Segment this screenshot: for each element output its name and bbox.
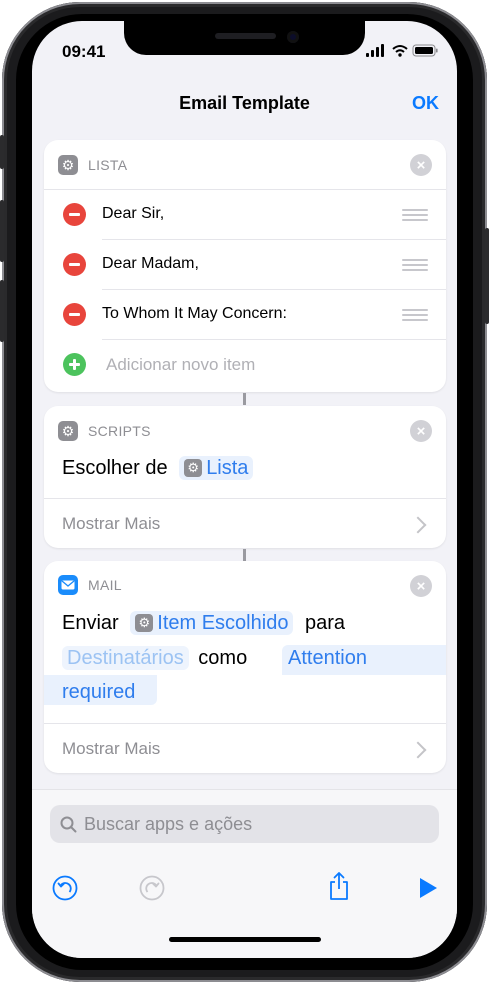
drag-handle-icon[interactable] xyxy=(402,309,428,321)
add-item-placeholder[interactable]: Adicionar novo item xyxy=(106,355,255,375)
redo-icon[interactable] xyxy=(139,875,165,901)
scripts-action-card[interactable]: ⚙ SCRIPTS × Escolher de ⚙ Lista Mostrar M… xyxy=(44,406,446,548)
search-placeholder: Buscar apps e ações xyxy=(84,814,253,834)
list-item: Dear Madam, xyxy=(44,240,446,289)
plus-icon[interactable] xyxy=(63,353,86,376)
list-item-text[interactable]: Dear Sir, xyxy=(102,205,164,223)
play-icon[interactable] xyxy=(417,876,439,900)
home-indicator[interactable] xyxy=(169,937,321,942)
action-verb: Enviar xyxy=(62,612,119,634)
action-header-label: MAIL xyxy=(88,577,122,593)
action-summary: Escolher de ⚙ Lista xyxy=(62,456,254,480)
gear-icon: ⚙ xyxy=(58,421,78,441)
list-action-card[interactable]: ⚙ LISTA × Dear Sir, Dear Madam, To Whom … xyxy=(44,140,446,392)
share-icon[interactable] xyxy=(327,871,351,901)
gear-icon: ⚙ xyxy=(135,614,154,632)
status-time: 09:41 xyxy=(62,42,106,61)
connector-word: para xyxy=(305,612,346,634)
divider xyxy=(44,723,446,724)
list-item: To Whom It May Concern: xyxy=(44,290,446,339)
search-icon xyxy=(60,816,77,833)
minus-icon[interactable] xyxy=(63,303,86,326)
envelope-glyph xyxy=(61,580,75,590)
subject-token-line2[interactable]: required xyxy=(62,681,135,704)
close-icon[interactable]: × xyxy=(410,154,432,176)
gear-icon: ⚙ xyxy=(58,155,78,175)
action-verb: Escolher de xyxy=(62,457,168,479)
screen: 09:41 Email Template OK ⚙ LISTA × Dear S… xyxy=(32,21,457,958)
connector-line xyxy=(243,549,246,561)
divider xyxy=(44,498,446,499)
silent-switch xyxy=(0,135,4,169)
camera xyxy=(287,31,299,43)
speaker-grille xyxy=(215,33,276,39)
action-summary-line2: Destinatários como xyxy=(62,646,248,670)
nav-title: Email Template xyxy=(179,93,310,113)
chevron-right-icon[interactable] xyxy=(409,516,427,534)
recipients-field[interactable]: Destinatários xyxy=(62,646,189,670)
undo-icon[interactable] xyxy=(52,875,78,901)
action-summary-line1: Enviar ⚙ Item Escolhido para xyxy=(62,611,346,635)
token-label: Item Escolhido xyxy=(157,612,289,634)
mail-icon xyxy=(58,575,78,595)
volume-up-button xyxy=(0,200,4,262)
token-label: Lista xyxy=(206,457,249,479)
volume-down-button xyxy=(0,280,4,342)
mail-action-card[interactable]: MAIL × Enviar ⚙ Item Escolhido para Desti… xyxy=(44,561,446,773)
action-header-label: SCRIPTS xyxy=(88,423,151,439)
signal-wifi-battery-icon xyxy=(366,44,438,57)
drag-handle-icon[interactable] xyxy=(402,209,428,221)
minus-icon[interactable] xyxy=(63,253,86,276)
list-item-text[interactable]: To Whom It May Concern: xyxy=(102,305,287,323)
status-icons xyxy=(366,44,440,58)
ok-button[interactable]: OK xyxy=(412,93,439,114)
add-item-row[interactable]: Adicionar novo item xyxy=(44,340,446,390)
chosen-item-token[interactable]: ⚙ Item Escolhido xyxy=(130,611,294,635)
close-icon[interactable]: × xyxy=(410,575,432,597)
close-icon[interactable]: × xyxy=(410,420,432,442)
show-more-button[interactable]: Mostrar Mais xyxy=(62,739,160,759)
connector-word: como xyxy=(198,647,248,669)
drag-handle-icon[interactable] xyxy=(402,259,428,271)
search-input[interactable]: Buscar apps e ações xyxy=(50,805,439,843)
list-item-text[interactable]: Dear Madam, xyxy=(102,255,199,273)
subject-token-line1[interactable]: Attention xyxy=(288,647,367,670)
power-button xyxy=(485,228,489,324)
list-variable-token[interactable]: ⚙ Lista xyxy=(179,456,254,480)
list-item: Dear Sir, xyxy=(44,190,446,239)
action-header-label: LISTA xyxy=(88,157,128,173)
gear-icon: ⚙ xyxy=(184,459,203,477)
show-more-button[interactable]: Mostrar Mais xyxy=(62,514,160,534)
chevron-right-icon[interactable] xyxy=(409,741,427,759)
minus-icon[interactable] xyxy=(63,203,86,226)
notch xyxy=(124,21,365,55)
connector-line xyxy=(243,393,246,405)
